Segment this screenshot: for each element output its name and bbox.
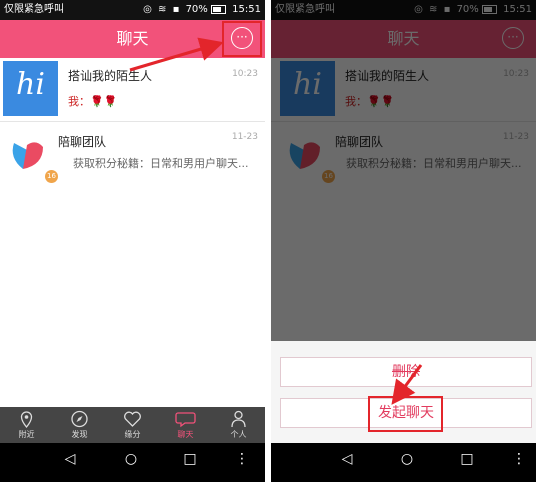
- chat-preview: 获取积分秘籍：日常和男用户聊天...: [73, 157, 249, 170]
- tab-fate[interactable]: 缘分: [106, 407, 159, 443]
- annotation-arrow-right: [391, 364, 423, 405]
- chat-bubble-icon: [175, 412, 196, 428]
- tab-label: 发现: [71, 430, 88, 439]
- tab-nearby[interactable]: 附近: [0, 407, 53, 443]
- heart-icon: [124, 411, 141, 427]
- system-nav-bar: ◁ ○ □ ⋮: [0, 443, 265, 482]
- annotation-arrow-left: [129, 37, 224, 72]
- chat-time: 11-23: [231, 132, 258, 142]
- level-badge: 16: [45, 170, 58, 183]
- home-button[interactable]: ○: [111, 451, 151, 473]
- team-logo-icon: [12, 142, 43, 169]
- chat-name: 陪聊团队: [58, 135, 107, 149]
- tab-chat[interactable]: 聊天: [159, 407, 212, 443]
- tab-label: 附近: [18, 430, 35, 439]
- compass-icon: [71, 410, 88, 428]
- screenshot-left: 仅限紧急呼叫 ◎ ≋ ▪ 70% 15:51 聊天 ··· 搭讪我的陌生人 10…: [0, 0, 265, 482]
- person-icon: [231, 410, 246, 428]
- recents-button[interactable]: □: [170, 451, 210, 473]
- location-pin-icon: [20, 411, 33, 428]
- screenshot-right: 仅限紧急呼叫 ◎ ≋ ▪ 70% 15:51 聊天 ··· 搭讪我的陌生人 10…: [271, 0, 536, 482]
- tab-discover[interactable]: 发现: [53, 407, 106, 443]
- bottom-tab-bar: 附近 发现 缘分 聊天 个人: [0, 407, 265, 443]
- tab-label: 缘分: [124, 430, 141, 439]
- menu-button[interactable]: ⋮: [222, 451, 262, 473]
- tab-label: 个人: [230, 430, 247, 439]
- tab-label: 聊天: [177, 430, 194, 439]
- back-button[interactable]: ◁: [50, 451, 90, 473]
- tab-profile[interactable]: 个人: [212, 407, 265, 443]
